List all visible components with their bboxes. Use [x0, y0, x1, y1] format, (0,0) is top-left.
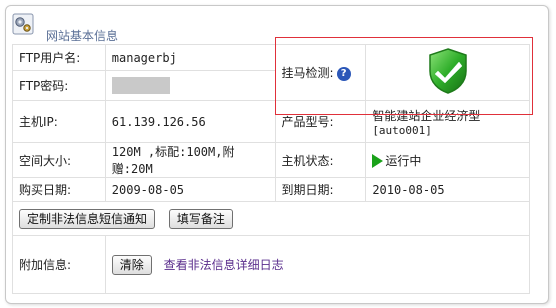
- product-model-label: 产品型号:: [274, 100, 367, 143]
- expire-date-value: 2010-08-05: [365, 177, 530, 202]
- host-status-value: 运行中: [385, 153, 422, 168]
- expire-date-label: 到期日期:: [274, 177, 367, 202]
- table-row: FTP用户名: managerbj 挂马检测:?: [12, 44, 530, 101]
- table-row: 定制非法信息短信通知 填写备注: [12, 201, 530, 236]
- ftp-password-value: [104, 70, 276, 101]
- sms-notify-button[interactable]: 定制非法信息短信通知: [19, 208, 156, 229]
- product-model-cell: 智能建站企业经济型 [auto001]: [365, 100, 530, 143]
- trojan-check-cell: 挂马检测:?: [274, 44, 367, 101]
- space-size-value: 120M ,标配:100M,附赠:20M: [104, 142, 276, 178]
- host-ip-value: 61.139.126.56: [104, 100, 276, 143]
- table-row: 空间大小: 120M ,标配:100M,附赠:20M 主机状态: 运行中: [12, 142, 530, 178]
- host-status-cell: 运行中: [365, 142, 530, 178]
- play-icon: [372, 154, 384, 168]
- view-log-link[interactable]: 查看非法信息详细日志: [164, 258, 284, 272]
- info-table: FTP用户名: managerbj 挂马检测:? FTP密码: 主机IP: 61…: [12, 44, 531, 294]
- trojan-status-cell: [365, 44, 530, 101]
- product-model-value: 智能建站企业经济型: [372, 108, 481, 123]
- panel-header: 网站基本信息: [12, 12, 532, 43]
- host-ip-label: 主机IP:: [12, 100, 106, 143]
- trojan-check-label: 挂马检测:: [281, 66, 334, 80]
- ftp-user-value: managerbj: [104, 44, 276, 71]
- host-status-label: 主机状态:: [274, 142, 367, 178]
- purchase-date-label: 购买日期:: [12, 177, 106, 202]
- ftp-password-label: FTP密码:: [12, 70, 106, 101]
- extra-info-cell: 清除 查看非法信息详细日志: [104, 235, 531, 294]
- table-row: 附加信息: 清除 查看非法信息详细日志: [12, 235, 531, 294]
- settings-gear-icon: [12, 13, 34, 35]
- purchase-date-value: 2009-08-05: [104, 177, 276, 202]
- table-row: 购买日期: 2009-08-05 到期日期: 2010-08-05: [12, 177, 530, 202]
- green-check-shield-icon: [428, 48, 467, 94]
- panel-title: 网站基本信息: [46, 29, 119, 43]
- action-row: 定制非法信息短信通知 填写备注: [12, 201, 530, 236]
- help-icon[interactable]: ?: [336, 66, 351, 81]
- fill-note-button[interactable]: 填写备注: [168, 208, 233, 229]
- extra-info-label: 附加信息:: [12, 235, 106, 294]
- ftp-user-label: FTP用户名:: [12, 44, 106, 71]
- table-row: 主机IP: 61.139.126.56 产品型号: 智能建站企业经济型 [aut…: [12, 100, 530, 143]
- space-size-label: 空间大小:: [12, 142, 106, 178]
- clear-button[interactable]: 清除: [111, 254, 152, 275]
- password-mask: [111, 77, 170, 94]
- product-model-code: [auto001]: [372, 123, 432, 137]
